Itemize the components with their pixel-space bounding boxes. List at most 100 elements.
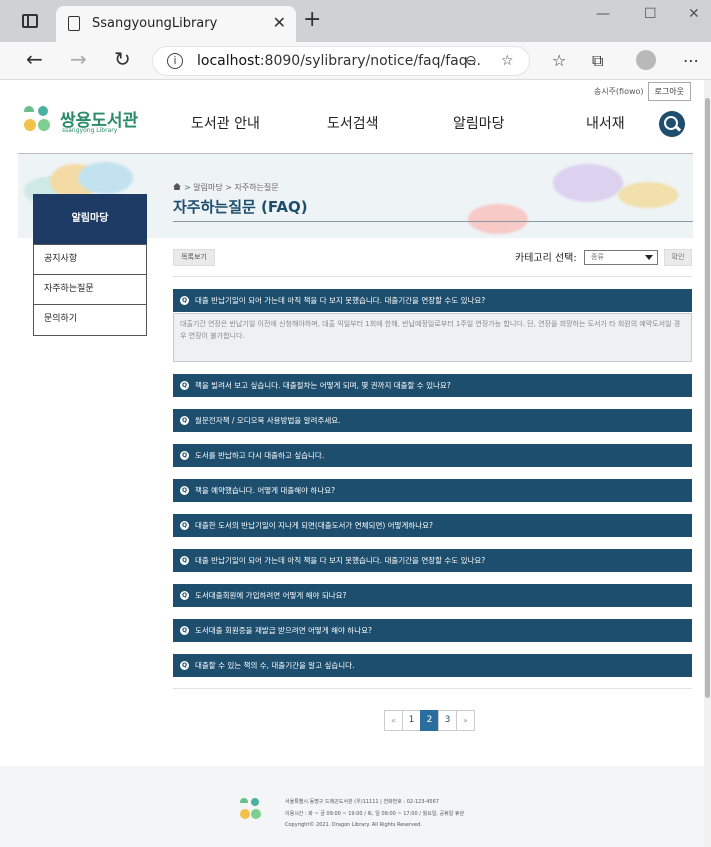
search-icon[interactable] [659, 111, 685, 137]
category-selected-value: 종류 [591, 253, 604, 261]
question-icon: Q [180, 416, 189, 425]
faq-question-text: 도서대출 회원증을 재발급 받으려면 어떻게 해야 하나요? [195, 626, 372, 635]
scrollbar-thumb[interactable] [705, 98, 710, 698]
browser-toolbar: ← → ↻ i localhost:8090/sylibrary/notice/… [0, 42, 711, 80]
question-icon: Q [180, 296, 189, 305]
faq-question-text: 도서대출회원에 가입하려면 어떻게 해야 되나요? [195, 591, 347, 600]
banner-cloud [618, 182, 678, 208]
reload-icon[interactable]: ↻ [114, 49, 131, 69]
site-info-icon[interactable]: i [167, 53, 183, 69]
site-footer: 서울특별시 동명구 드래곤도서관 (우)11111 | 전화번호 : 02-12… [0, 766, 704, 847]
faq-question[interactable]: Q 월문전자책 / 오디오북 사용방법을 알려주세요. [173, 409, 692, 432]
home-icon[interactable] [173, 183, 181, 190]
user-bar: 송시주(fiowo) 로그아웃 [594, 82, 691, 101]
maximize-icon[interactable]: ☐ [644, 6, 657, 22]
address-bar[interactable]: i localhost:8090/sylibrary/notice/faq/fa… [152, 46, 530, 76]
faq-question[interactable]: Q 대출 반납기일이 되어 가는데 아직 책을 다 보지 못했습니다. 대출기간을… [173, 289, 692, 312]
faq-question[interactable]: Q 도서대출 회원증을 재발급 받으려면 어떻게 해야 하나요? [173, 619, 692, 642]
question-icon: Q [180, 381, 189, 390]
breadcrumb-text: > 알림마당 > 자주하는질문 [184, 183, 279, 192]
logo-subtitle: ssangyong Library [62, 127, 118, 134]
zoom-icon[interactable]: ⊖ [465, 53, 477, 69]
sidebar-heading: 알림마당 [33, 194, 147, 244]
faq-question-text: 책을 예약했습니다. 어떻게 대출해야 하나요? [195, 486, 336, 495]
content-divider [173, 276, 692, 277]
banner-cloud [78, 162, 133, 194]
favorites-icon[interactable]: ☆ [552, 51, 566, 70]
user-label: 송시주(fiowo) [593, 87, 644, 96]
category-select[interactable]: 종류 [584, 250, 658, 265]
footer-address: 서울특별시 동명구 드래곤도서관 (우)11111 | 전화번호 : 02-12… [285, 799, 439, 805]
dropdown-arrow-icon [645, 255, 653, 260]
page-favicon-icon [68, 16, 80, 31]
faq-question-text: 대출할 수 있는 책의 수, 대출기간을 알고 싶습니다. [195, 661, 355, 670]
page-button[interactable]: 1 [402, 710, 421, 731]
nav-book-search[interactable]: 도서검색 [327, 113, 379, 133]
close-window-icon[interactable]: ✕ [688, 6, 700, 22]
faq-question[interactable]: Q 대출 반납기일이 되어 가는데 아직 책을 다 보지 못했습니다. 대출기간을… [173, 549, 692, 572]
question-icon: Q [180, 626, 189, 635]
category-label: 카테고리 선택: [515, 253, 577, 264]
question-icon: Q [180, 486, 189, 495]
next-page-button[interactable]: » [456, 710, 475, 731]
page-button-current[interactable]: 2 [420, 710, 439, 731]
title-underline [173, 221, 693, 222]
web-page: 송시주(fiowo) 로그아웃 쌍용도서관 ssangyong Library … [0, 80, 704, 847]
faq-question[interactable]: Q 도서대출회원에 가입하려면 어떻게 해야 되나요? [173, 584, 692, 607]
banner-cloud [553, 164, 623, 202]
faq-question-text: 대출 반납기일이 되어 가는데 아직 책을 다 보지 못했습니다. 대출기간을 … [195, 556, 486, 565]
sidebar-menu: 공지사항 자주하는질문 문의하기 [33, 244, 147, 336]
logo-mark-icon [24, 106, 54, 134]
faq-question-text: 월문전자책 / 오디오북 사용방법을 알려주세요. [195, 416, 341, 425]
browser-tabbar: SsangyoungLibrary ✕ + — ☐ ✕ [0, 0, 711, 42]
faq-question-text: 대출 반납기일이 되어 가는데 아직 책을 다 보지 못했습니다. 대출기간을 … [195, 296, 486, 305]
faq-question[interactable]: Q 도서를 반납하고 다시 대출하고 싶습니다. [173, 444, 692, 467]
category-confirm-button[interactable]: 확인 [664, 249, 692, 266]
more-menu-icon[interactable]: ⋯ [683, 51, 699, 70]
new-tab-icon[interactable]: + [303, 9, 321, 31]
tab-actions-icon[interactable] [22, 14, 38, 28]
faq-question[interactable]: Q 대출할 수 있는 책의 수, 대출기간을 알고 싶습니다. [173, 654, 692, 677]
browser-tab[interactable]: SsangyoungLibrary ✕ [56, 6, 296, 42]
banner-cloud [468, 204, 528, 234]
nav-my-library[interactable]: 내서재 [586, 113, 625, 133]
faq-question-text: 책을 빌려서 보고 싶습니다. 대출절차는 어떻게 되며, 몇 권까지 대출할 … [195, 381, 451, 390]
faq-question-text: 도서를 반납하고 다시 대출하고 싶습니다. [195, 451, 325, 460]
footer-logo-icon [240, 798, 266, 824]
profile-avatar[interactable] [636, 50, 656, 70]
minimize-icon[interactable]: — [596, 6, 610, 22]
favorite-star-icon[interactable]: ☆ [501, 53, 514, 69]
page-title: 자주하는질문 (FAQ) [173, 198, 308, 216]
url-text: localhost:8090/sylibrary/notice/faq/faq.… [197, 53, 481, 69]
page-button[interactable]: 3 [438, 710, 457, 731]
nav-library-info[interactable]: 도서관 안내 [191, 113, 260, 133]
page-scrollbar[interactable] [704, 80, 711, 847]
nav-notice[interactable]: 알림마당 [453, 113, 505, 133]
faq-question[interactable]: Q 책을 빌려서 보고 싶습니다. 대출절차는 어떻게 되며, 몇 권까지 대출할… [173, 374, 692, 397]
question-icon: Q [180, 591, 189, 600]
forward-icon[interactable]: → [70, 49, 87, 69]
content-divider [173, 688, 692, 689]
faq-answer: 대출기간 연장은 반납기일 이전에 신청해야하며, 대출 익일부터 1회에 한해… [173, 313, 692, 362]
faq-question[interactable]: Q 대출한 도서의 반납기일이 지나게 되면(대출도서가 연체되면) 어떻게하나요… [173, 514, 692, 537]
sidebar-item-inquiry[interactable]: 문의하기 [34, 305, 146, 335]
question-icon: Q [180, 521, 189, 530]
logout-button[interactable]: 로그아웃 [647, 82, 691, 101]
pagination: « 1 2 3 » [384, 710, 475, 731]
footer-copyright: Copyright© 2021. Dragon Library. All Rig… [285, 822, 422, 828]
faq-question[interactable]: Q 책을 예약했습니다. 어떻게 대출해야 하나요? [173, 479, 692, 502]
faq-question-text: 대출한 도서의 반납기일이 지나게 되면(대출도서가 연체되면) 어떻게하나요? [195, 521, 434, 530]
close-tab-icon[interactable]: ✕ [273, 13, 286, 32]
list-view-button[interactable]: 목록보기 [173, 249, 215, 266]
sidebar-item-notice[interactable]: 공지사항 [34, 245, 146, 275]
breadcrumb: > 알림마당 > 자주하는질문 [173, 182, 279, 193]
question-icon: Q [180, 556, 189, 565]
prev-page-button[interactable]: « [384, 710, 403, 731]
footer-hours: 이용시간 : 화 ~ 금 09:00 ~ 19:00 / 토, 일 09:00 … [285, 811, 465, 817]
collections-icon[interactable]: ⧉ [592, 51, 603, 71]
tab-title: SsangyoungLibrary [92, 16, 218, 31]
back-icon[interactable]: ← [26, 49, 43, 69]
question-icon: Q [180, 451, 189, 460]
question-icon: Q [180, 661, 189, 670]
sidebar-item-faq[interactable]: 자주하는질문 [34, 275, 146, 305]
